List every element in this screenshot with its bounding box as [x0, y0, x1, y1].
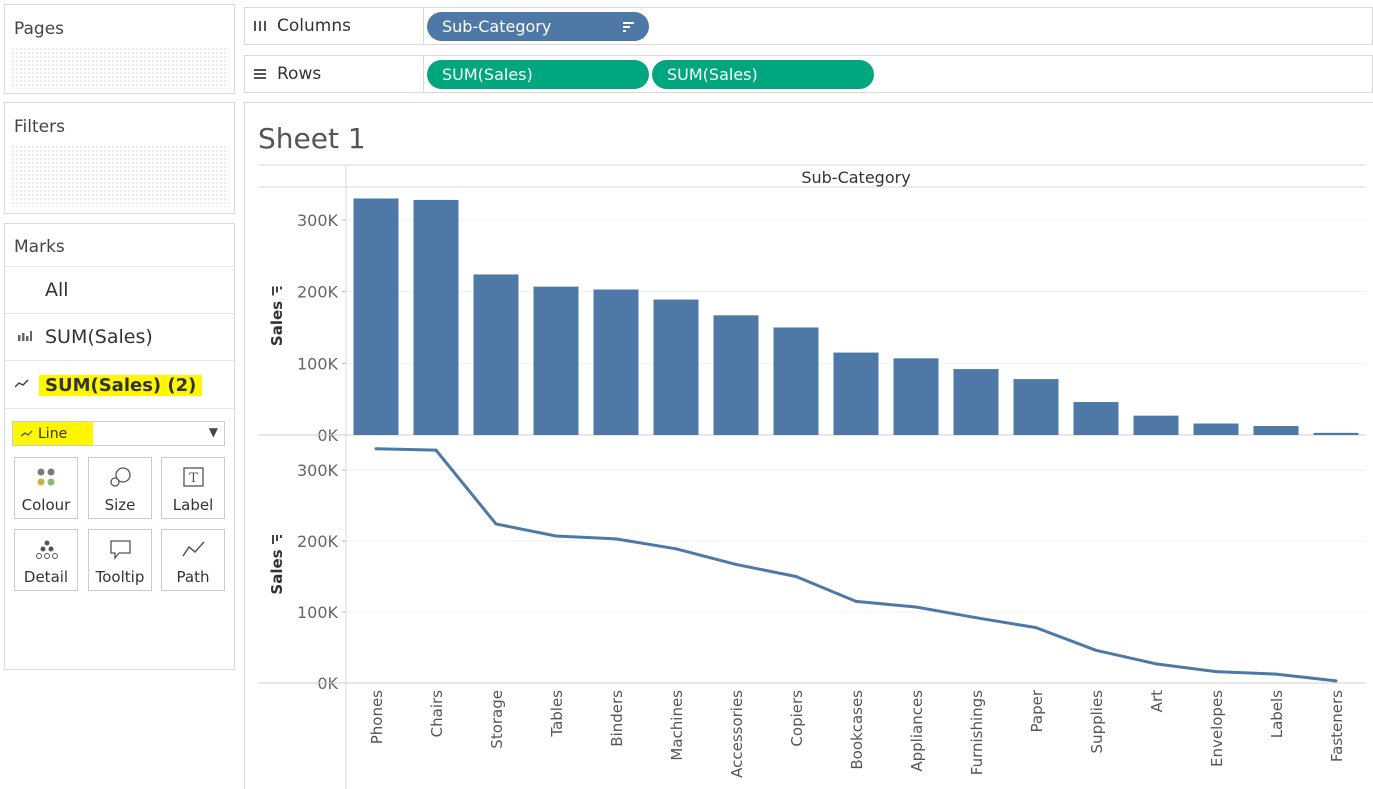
sales-chart: Sub-Category0K100K200K300KSales0K100K200… — [258, 164, 1366, 789]
x-tick-label: Machines — [668, 690, 686, 761]
bar-copiers — [773, 327, 819, 435]
x-tick-label: Chairs — [428, 690, 446, 738]
bar-paper — [1013, 379, 1059, 435]
line-point-phones — [374, 447, 378, 451]
x-tick-label: Fasteners — [1328, 690, 1346, 762]
x-tick-label: Tables — [548, 690, 566, 738]
sort-icon-bar — [280, 535, 282, 538]
y-tick-label: 300K — [297, 461, 339, 480]
x-tick-label: Storage — [488, 690, 506, 749]
bar-art — [1133, 415, 1179, 435]
bar-envelopes — [1193, 423, 1239, 435]
line-point-fasteners — [1334, 679, 1338, 683]
sort-icon — [272, 286, 282, 296]
bar-phones — [353, 198, 399, 435]
y-tick-label: 300K — [297, 211, 339, 230]
x-tick-label: Envelopes — [1208, 690, 1226, 767]
line-point-art — [1154, 662, 1158, 666]
line-point-accessories — [734, 562, 738, 566]
sort-icon-bar — [272, 535, 274, 544]
line-point-supplies — [1094, 648, 1098, 652]
line-point-tables — [554, 534, 558, 538]
y-tick-label: 100K — [297, 603, 339, 622]
bar-storage — [473, 274, 519, 435]
sort-icon-bar — [272, 286, 274, 296]
line-point-bookcases — [854, 599, 858, 603]
line-point-binders — [614, 537, 618, 541]
line-point-appliances — [914, 605, 918, 609]
line-point-paper — [1034, 626, 1038, 630]
bar-binders — [593, 289, 639, 435]
bar-labels — [1253, 426, 1299, 435]
sort-icon-bar — [276, 535, 278, 541]
sort-icon — [272, 535, 282, 544]
x-tick-label: Appliances — [908, 690, 926, 772]
line-point-envelopes — [1214, 670, 1218, 674]
x-tick-label: Accessories — [728, 690, 746, 778]
y-tick-label: 200K — [297, 532, 339, 551]
x-tick-label: Binders — [608, 690, 626, 747]
x-tick-label: Copiers — [788, 690, 806, 747]
y-tick-label: 100K — [297, 354, 339, 373]
x-tick-label: Bookcases — [848, 690, 866, 770]
x-tick-label: Art — [1148, 690, 1166, 712]
bar-chairs — [413, 199, 459, 435]
x-tick-label: Furnishings — [968, 690, 986, 775]
bar-supplies — [1073, 402, 1119, 435]
x-tick-label: Phones — [368, 690, 386, 744]
bar-bookcases — [833, 352, 879, 435]
bar-fasteners — [1313, 432, 1359, 435]
bar-furnishings — [953, 369, 999, 435]
line-point-chairs — [434, 448, 438, 452]
sales-line — [375, 447, 1337, 683]
bar-tables — [533, 286, 579, 435]
sort-icon-bar — [280, 286, 282, 290]
bar-machines — [653, 299, 699, 435]
column-header: Sub-Category — [801, 168, 910, 187]
bar-appliances — [893, 358, 939, 435]
line-point-labels — [1274, 672, 1278, 676]
x-tick-label: Labels — [1268, 690, 1286, 738]
y-axis-title: Sales — [268, 301, 286, 346]
y-axis-title: Sales — [268, 549, 286, 594]
x-tick-label: Paper — [1028, 689, 1046, 732]
line-point-furnishings — [974, 616, 978, 620]
line-point-storage — [494, 522, 498, 526]
x-tick-label: Supplies — [1088, 690, 1106, 754]
line-point-copiers — [794, 575, 798, 578]
bar-accessories — [713, 315, 759, 435]
line-point-machines — [674, 547, 678, 551]
y-tick-label: 200K — [297, 283, 339, 302]
sort-icon-bar — [276, 286, 278, 293]
